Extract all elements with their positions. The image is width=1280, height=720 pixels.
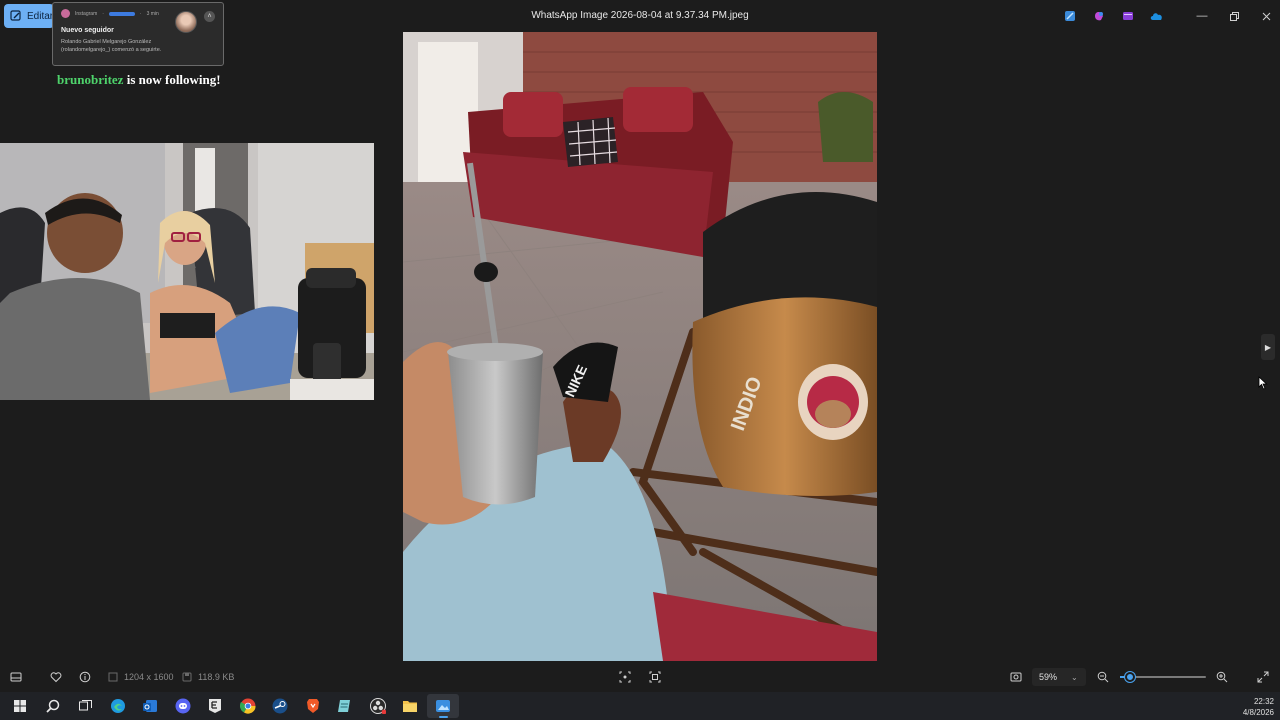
dimensions-label: 1204 x 1600: [124, 672, 174, 682]
clock-date: 4/8/2026: [1242, 708, 1274, 717]
photos-icon[interactable]: [426, 694, 459, 718]
minimize-button[interactable]: —: [1186, 6, 1218, 26]
follow-text: is now following!: [123, 72, 221, 87]
instagram-icon: [61, 9, 70, 18]
filmstrip-button[interactable]: [10, 671, 22, 683]
discord-icon[interactable]: [167, 694, 200, 718]
fullscreen-icon[interactable]: [1257, 671, 1269, 683]
zoom-dropdown[interactable]: 59% ⌄: [1032, 668, 1086, 686]
chevron-right-icon: ▶: [1264, 342, 1272, 352]
photos-edit-icon[interactable]: [1062, 8, 1078, 24]
filesize-label: 118.9 KB: [198, 672, 235, 682]
webcam-image: [0, 143, 374, 400]
close-icon: [1262, 12, 1270, 20]
close-button[interactable]: [1250, 6, 1280, 26]
outlook-icon[interactable]: [134, 694, 167, 718]
restore-icon: [1229, 11, 1239, 21]
follow-alert: brunobritez is now following!: [57, 72, 221, 88]
main-image: INDIO NIKE: [403, 32, 877, 661]
taskbar: 22:32 4/8/2026: [0, 692, 1280, 720]
redaction-mark: [108, 11, 135, 16]
avatar: [175, 11, 197, 33]
chevron-down-icon: ⌄: [1071, 672, 1078, 682]
zoom-in-icon[interactable]: [1216, 671, 1228, 683]
zoom-slider[interactable]: [1120, 672, 1206, 682]
follow-username: brunobritez: [57, 72, 124, 87]
zoom-out-icon[interactable]: [1097, 671, 1109, 683]
image-dimensions: 1204 x 1600: [107, 671, 174, 683]
restore-button[interactable]: [1218, 6, 1250, 26]
visual-search-button[interactable]: [649, 671, 661, 683]
obs-icon[interactable]: [362, 694, 395, 718]
instagram-notification[interactable]: Instagram · · 3 min ˄ Nuevo seguidor Rol…: [52, 2, 224, 66]
system-clock[interactable]: 22:32 4/8/2026: [1243, 696, 1274, 718]
info-icon: [79, 671, 91, 683]
brave-icon[interactable]: [297, 694, 330, 718]
chrome-icon[interactable]: [232, 694, 265, 718]
epic-games-icon[interactable]: [199, 694, 232, 718]
notification-app: Instagram: [75, 10, 98, 17]
visual-search-icon: [649, 671, 661, 683]
favorite-button[interactable]: [50, 671, 62, 683]
chevron-up-icon[interactable]: ˄: [204, 11, 215, 22]
clipchamp-icon[interactable]: [1120, 8, 1136, 24]
zoom-value: 59%: [1039, 672, 1058, 682]
search-icon[interactable]: [37, 694, 70, 718]
task-view-icon[interactable]: [69, 694, 102, 718]
crop-icon: [619, 671, 631, 683]
file-explorer-icon[interactable]: [394, 694, 427, 718]
notification-body: Rolando Gabriel Melgarejo González (rola…: [61, 39, 162, 53]
file-size: 118.9 KB: [181, 671, 234, 683]
fit-screen-icon: [1010, 672, 1022, 682]
onedrive-icon[interactable]: [1149, 8, 1165, 24]
steam-icon[interactable]: [264, 694, 297, 718]
crop-button[interactable]: [619, 671, 631, 683]
heart-icon: [50, 672, 62, 683]
minimize-icon: —: [1196, 10, 1208, 22]
notepad-icon[interactable]: [329, 694, 362, 718]
disk-icon: [182, 672, 192, 682]
edge-icon[interactable]: [102, 694, 135, 718]
fit-screen-button[interactable]: [1010, 671, 1022, 683]
filmstrip-icon: [10, 672, 22, 682]
clock-time: 22:32: [1253, 697, 1274, 706]
windows-start-icon[interactable]: [4, 694, 37, 718]
image-size-icon: [108, 672, 118, 682]
info-button[interactable]: [79, 671, 91, 683]
mouse-cursor-icon: [1258, 376, 1268, 390]
copilot-icon[interactable]: [1091, 8, 1107, 24]
next-image-button[interactable]: ▶: [1261, 334, 1275, 360]
status-bar: 1204 x 1600 118.9 KB: [0, 662, 1280, 692]
notification-time: 3 min: [146, 10, 159, 17]
